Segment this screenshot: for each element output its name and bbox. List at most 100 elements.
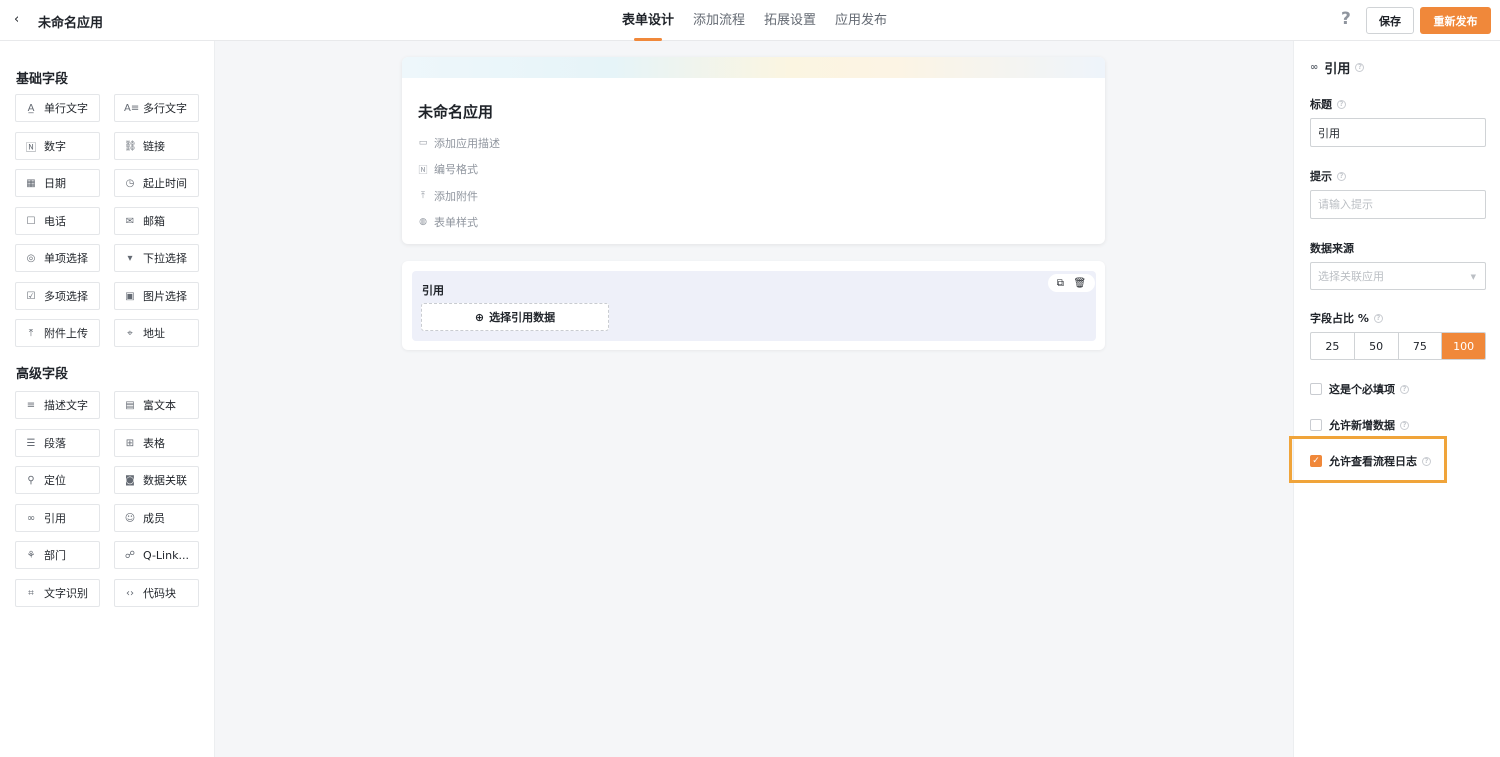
required-checkbox[interactable] — [1310, 383, 1322, 395]
field-member[interactable]: ☺ 成员 — [114, 504, 199, 532]
data-source-placeholder: 选择关联应用 — [1318, 270, 1384, 283]
field-department[interactable]: ⚘ 部门 — [15, 541, 100, 569]
field-image-choice[interactable]: ▣ 图片选择 — [114, 282, 199, 310]
field-palette: 基础字段 高级字段 A̲ 单行文字 A≡ 多行文字 🄽 数字 ⛓ 链接 ▦ 日期 ◷ 起止时… — [0, 41, 215, 757]
required-label: 这是个必填项 — [1329, 383, 1395, 396]
field-label: 图片选择 — [143, 290, 187, 303]
required-checkbox-row[interactable]: 这是个必填项 ? — [1310, 381, 1409, 397]
properties-header: ∞ 引用 ? — [1310, 58, 1365, 77]
field-time-range[interactable]: ◷ 起止时间 — [114, 169, 199, 197]
hint-input[interactable] — [1310, 190, 1486, 219]
field-positioning[interactable]: ⚲ 定位 — [15, 466, 100, 494]
link-icon: ⛓ — [124, 140, 137, 152]
add-description-link[interactable]: ▭ 添加应用描述 — [418, 135, 500, 151]
title-input[interactable] — [1310, 118, 1486, 147]
allow-add-data-checkbox[interactable] — [1310, 419, 1322, 431]
radio-icon: ◎ — [26, 252, 36, 264]
add-attachment-link[interactable]: ⤒ 添加附件 — [418, 188, 478, 204]
delete-icon[interactable]: 🗑 — [1074, 278, 1087, 289]
field-single-line-text[interactable]: A̲ 单行文字 — [15, 94, 100, 122]
properties-panel: ∞ 引用 ? 标题? 提示? 数据来源 选择关联应用 ▼ 字段占比 %? 25 … — [1293, 41, 1500, 757]
title-label-row: 标题? — [1310, 96, 1346, 112]
help-circle-icon[interactable]: ? — [1373, 313, 1383, 323]
field-rich-text[interactable]: ▤ 富文本 — [114, 391, 199, 419]
tab-app-publish[interactable]: 应用发布 — [835, 0, 887, 41]
tab-form-design[interactable]: 表单设计 — [622, 0, 674, 41]
field-single-choice[interactable]: ◎ 单项选择 — [15, 244, 100, 272]
field-attachment[interactable]: ⤒ 附件上传 — [15, 319, 100, 347]
source-label: 数据来源 — [1310, 242, 1354, 255]
field-ocr[interactable]: ⌗ 文字识别 — [15, 579, 100, 607]
field-label: 邮箱 — [143, 215, 165, 228]
upload-icon: ⤒ — [421, 191, 425, 201]
field-dropdown[interactable]: ▾ 下拉选择 — [114, 244, 199, 272]
republish-button[interactable]: 重新发布 — [1420, 7, 1491, 34]
field-code-block[interactable]: ‹› 代码块 — [114, 579, 199, 607]
form-header-card: 未命名应用 ▭ 添加应用描述 🄽 编号格式 ⤒ 添加附件 ◍ 表单样式 — [402, 57, 1105, 244]
field-label: 数字 — [44, 140, 66, 153]
relation-icon: ◙ — [125, 474, 135, 486]
field-label: 单项选择 — [44, 252, 88, 265]
select-reference-data-label: 选择引用数据 — [489, 311, 556, 324]
top-bar: ‹ 未命名应用 表单设计 添加流程 拓展设置 应用发布 ? 保存 重新发布 — [0, 0, 1500, 41]
back-icon[interactable]: ‹ — [14, 12, 19, 27]
form-title[interactable]: 未命名应用 — [418, 101, 493, 122]
ratio-segmented-control: 25 50 75 100 — [1310, 332, 1486, 360]
tab-add-workflow[interactable]: 添加流程 — [693, 0, 745, 41]
reference-field-selected[interactable]: 引用 ⊕ 选择引用数据 ⧉ 🗑 — [412, 271, 1096, 341]
field-label: 代码块 — [143, 587, 176, 600]
paragraph-icon: ☰ — [26, 437, 36, 449]
field-table[interactable]: ⊞ 表格 — [114, 429, 199, 457]
select-reference-data-button[interactable]: ⊕ 选择引用数据 — [421, 303, 609, 331]
reference-field-card[interactable]: 引用 ⊕ 选择引用数据 ⧉ 🗑 — [402, 261, 1105, 350]
field-link[interactable]: ⛓ 链接 — [114, 132, 199, 160]
field-description-text[interactable]: ≡ 描述文字 — [15, 391, 100, 419]
field-multi-line-text[interactable]: A≡ 多行文字 — [114, 94, 199, 122]
phone-icon: ☐ — [26, 215, 36, 227]
field-number[interactable]: 🄽 数字 — [15, 132, 100, 160]
copy-icon[interactable]: ⧉ — [1057, 278, 1064, 289]
field-paragraph[interactable]: ☰ 段落 — [15, 429, 100, 457]
tab-extension-settings[interactable]: 拓展设置 — [764, 0, 816, 41]
image-icon: ▣ — [125, 290, 135, 302]
meta-label: 添加应用描述 — [434, 137, 500, 150]
field-data-relation[interactable]: ◙ 数据关联 — [114, 466, 199, 494]
help-icon[interactable]: ? — [1341, 10, 1355, 28]
number-icon: 🄽 — [26, 142, 36, 154]
data-source-select[interactable]: 选择关联应用 ▼ — [1310, 262, 1486, 290]
field-date[interactable]: ▦ 日期 — [15, 169, 100, 197]
field-label: 段落 — [44, 437, 66, 450]
field-label: 附件上传 — [44, 327, 88, 340]
help-circle-icon[interactable]: ? — [1400, 384, 1409, 394]
field-address[interactable]: ⌖ 地址 — [114, 319, 199, 347]
allow-add-data-checkbox-row[interactable]: 允许新增数据 ? — [1310, 417, 1409, 433]
field-reference[interactable]: ∞ 引用 — [15, 504, 100, 532]
reference-icon: ∞ — [26, 512, 36, 524]
field-email[interactable]: ✉ 邮箱 — [114, 207, 199, 235]
help-circle-icon[interactable]: ? — [1337, 171, 1346, 181]
ratio-option-50[interactable]: 50 — [1355, 333, 1399, 359]
upload-icon: ⤒ — [28, 327, 34, 339]
field-label: 多项选择 — [44, 290, 88, 303]
ratio-label-row: 字段占比 %? — [1310, 310, 1383, 326]
help-circle-icon[interactable]: ? — [1400, 420, 1409, 430]
help-circle-icon[interactable]: ? — [1337, 99, 1346, 109]
field-label: 单行文字 — [44, 102, 88, 115]
table-icon: ⊞ — [125, 437, 135, 449]
ratio-option-100[interactable]: 100 — [1442, 333, 1485, 359]
help-circle-icon[interactable]: ? — [1355, 63, 1365, 72]
field-phone[interactable]: ☐ 电话 — [15, 207, 100, 235]
field-label: 链接 — [143, 140, 165, 153]
field-q-link[interactable]: ☍ Q-Link... — [114, 541, 199, 569]
reference-icon: ∞ — [1310, 62, 1319, 73]
number-format-link[interactable]: 🄽 编号格式 — [418, 161, 478, 177]
ratio-option-75[interactable]: 75 — [1399, 333, 1443, 359]
form-style-link[interactable]: ◍ 表单样式 — [418, 214, 478, 230]
field-multi-choice[interactable]: ☑ 多项选择 — [15, 282, 100, 310]
meta-label: 编号格式 — [434, 163, 478, 176]
clock-icon: ◷ — [125, 177, 135, 189]
highlight-box — [1289, 436, 1447, 483]
basic-fields-title: 基础字段 — [16, 72, 69, 87]
ratio-option-25[interactable]: 25 — [1311, 333, 1355, 359]
save-button[interactable]: 保存 — [1366, 7, 1414, 34]
